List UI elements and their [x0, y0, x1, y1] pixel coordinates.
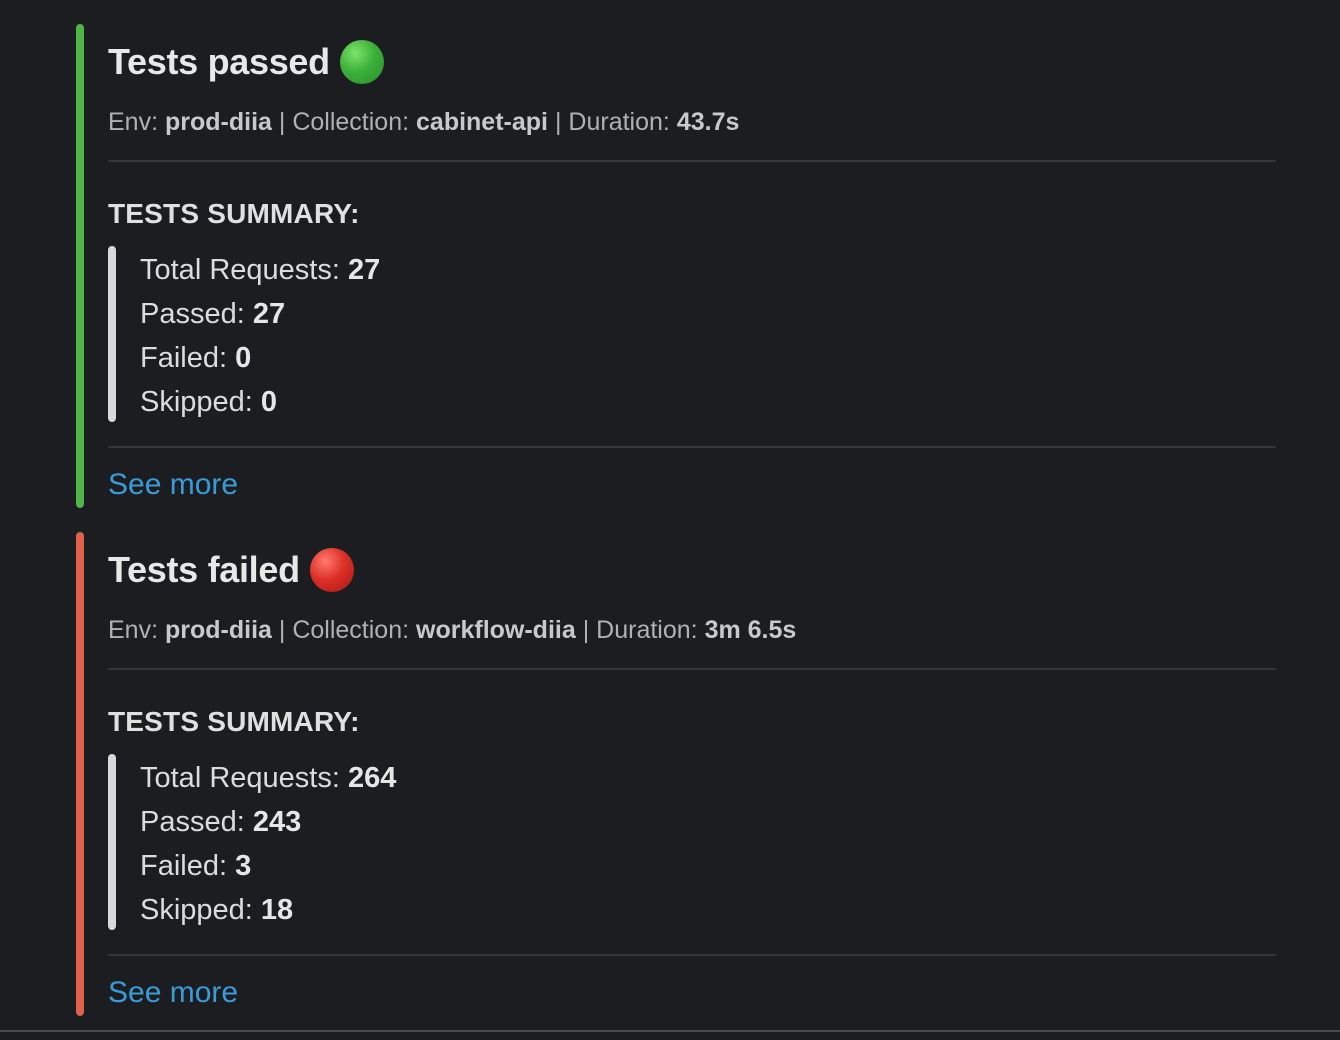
divider [108, 446, 1276, 448]
run-meta: Env: prod-diia | Collection: workflow-di… [108, 616, 796, 650]
divider [108, 160, 1276, 162]
summary-lines: Total Requests: 264 Passed: 243 Failed: … [140, 756, 396, 932]
summary-total-row: Total Requests: 264 [140, 756, 396, 800]
skipped-value: 18 [260, 894, 294, 926]
summary-failed-row: Failed: 3 [140, 844, 396, 888]
summary-skipped-row: Skipped: 0 [140, 380, 380, 424]
card-content: Tests passed Env: prod-diia | Collection… [108, 24, 1276, 508]
quote-bar [108, 754, 116, 930]
summary-heading: TESTS SUMMARY: [108, 198, 360, 229]
summary-failed-row: Failed: 0 [140, 336, 380, 380]
passed-label: Passed: [140, 806, 245, 838]
red-circle-icon [309, 548, 354, 592]
green-circle-icon [339, 40, 384, 84]
see-more-link[interactable]: See more [108, 976, 238, 1010]
collection-label: Collection: [292, 108, 410, 136]
accent-bar [76, 24, 84, 508]
test-report-card-passed: Tests passed Env: prod-diia | Collection… [76, 24, 1276, 508]
separator: | [278, 108, 286, 136]
summary-quote: Total Requests: 264 Passed: 243 Failed: … [108, 754, 708, 930]
message-area: Tests passed Env: prod-diia | Collection… [0, 0, 1340, 1040]
separator: | [278, 616, 286, 644]
separator: | [582, 616, 590, 644]
card-title: Tests passed [108, 38, 384, 86]
see-more-link[interactable]: See more [108, 468, 238, 502]
passed-label: Passed: [140, 298, 245, 330]
failed-label: Failed: [140, 850, 228, 882]
failed-value: 3 [235, 850, 252, 882]
test-report-card-failed: Tests failed Env: prod-diia | Collection… [76, 532, 1276, 1016]
duration-value: 43.7s [676, 108, 740, 136]
card-title: Tests failed [108, 546, 354, 594]
separator: | [554, 108, 562, 136]
run-meta: Env: prod-diia | Collection: cabinet-api… [108, 108, 739, 142]
total-value: 264 [347, 762, 397, 794]
env-value: prod-diia [164, 108, 272, 136]
skipped-label: Skipped: [140, 386, 253, 418]
passed-value: 27 [252, 298, 286, 330]
duration-label: Duration: [596, 616, 698, 644]
divider [108, 668, 1276, 670]
env-label: Env: [108, 108, 159, 136]
passed-value: 243 [252, 806, 302, 838]
divider [108, 954, 1276, 956]
collection-value: cabinet-api [416, 108, 548, 136]
failed-value: 0 [235, 342, 252, 374]
card-content: Tests failed Env: prod-diia | Collection… [108, 532, 1276, 1016]
summary-quote: Total Requests: 27 Passed: 27 Failed: 0 … [108, 246, 708, 422]
summary-skipped-row: Skipped: 18 [140, 888, 396, 932]
summary-passed-row: Passed: 243 [140, 800, 396, 844]
summary-lines: Total Requests: 27 Passed: 27 Failed: 0 … [140, 248, 380, 424]
collection-label: Collection: [292, 616, 410, 644]
message-divider [0, 1030, 1340, 1032]
total-value: 27 [347, 254, 381, 286]
env-value: prod-diia [164, 616, 272, 644]
accent-bar [76, 532, 84, 1016]
skipped-label: Skipped: [140, 894, 253, 926]
duration-value: 3m 6.5s [704, 616, 797, 644]
env-label: Env: [108, 616, 159, 644]
failed-label: Failed: [140, 342, 228, 374]
card-title-text: Tests failed [108, 549, 300, 590]
total-label: Total Requests: [140, 254, 340, 286]
quote-bar [108, 246, 116, 422]
total-label: Total Requests: [140, 762, 340, 794]
skipped-value: 0 [260, 386, 278, 418]
summary-heading: TESTS SUMMARY: [108, 706, 360, 737]
duration-label: Duration: [568, 108, 670, 136]
summary-total-row: Total Requests: 27 [140, 248, 380, 292]
card-title-text: Tests passed [108, 41, 330, 82]
summary-passed-row: Passed: 27 [140, 292, 380, 336]
collection-value: workflow-diia [416, 616, 576, 644]
